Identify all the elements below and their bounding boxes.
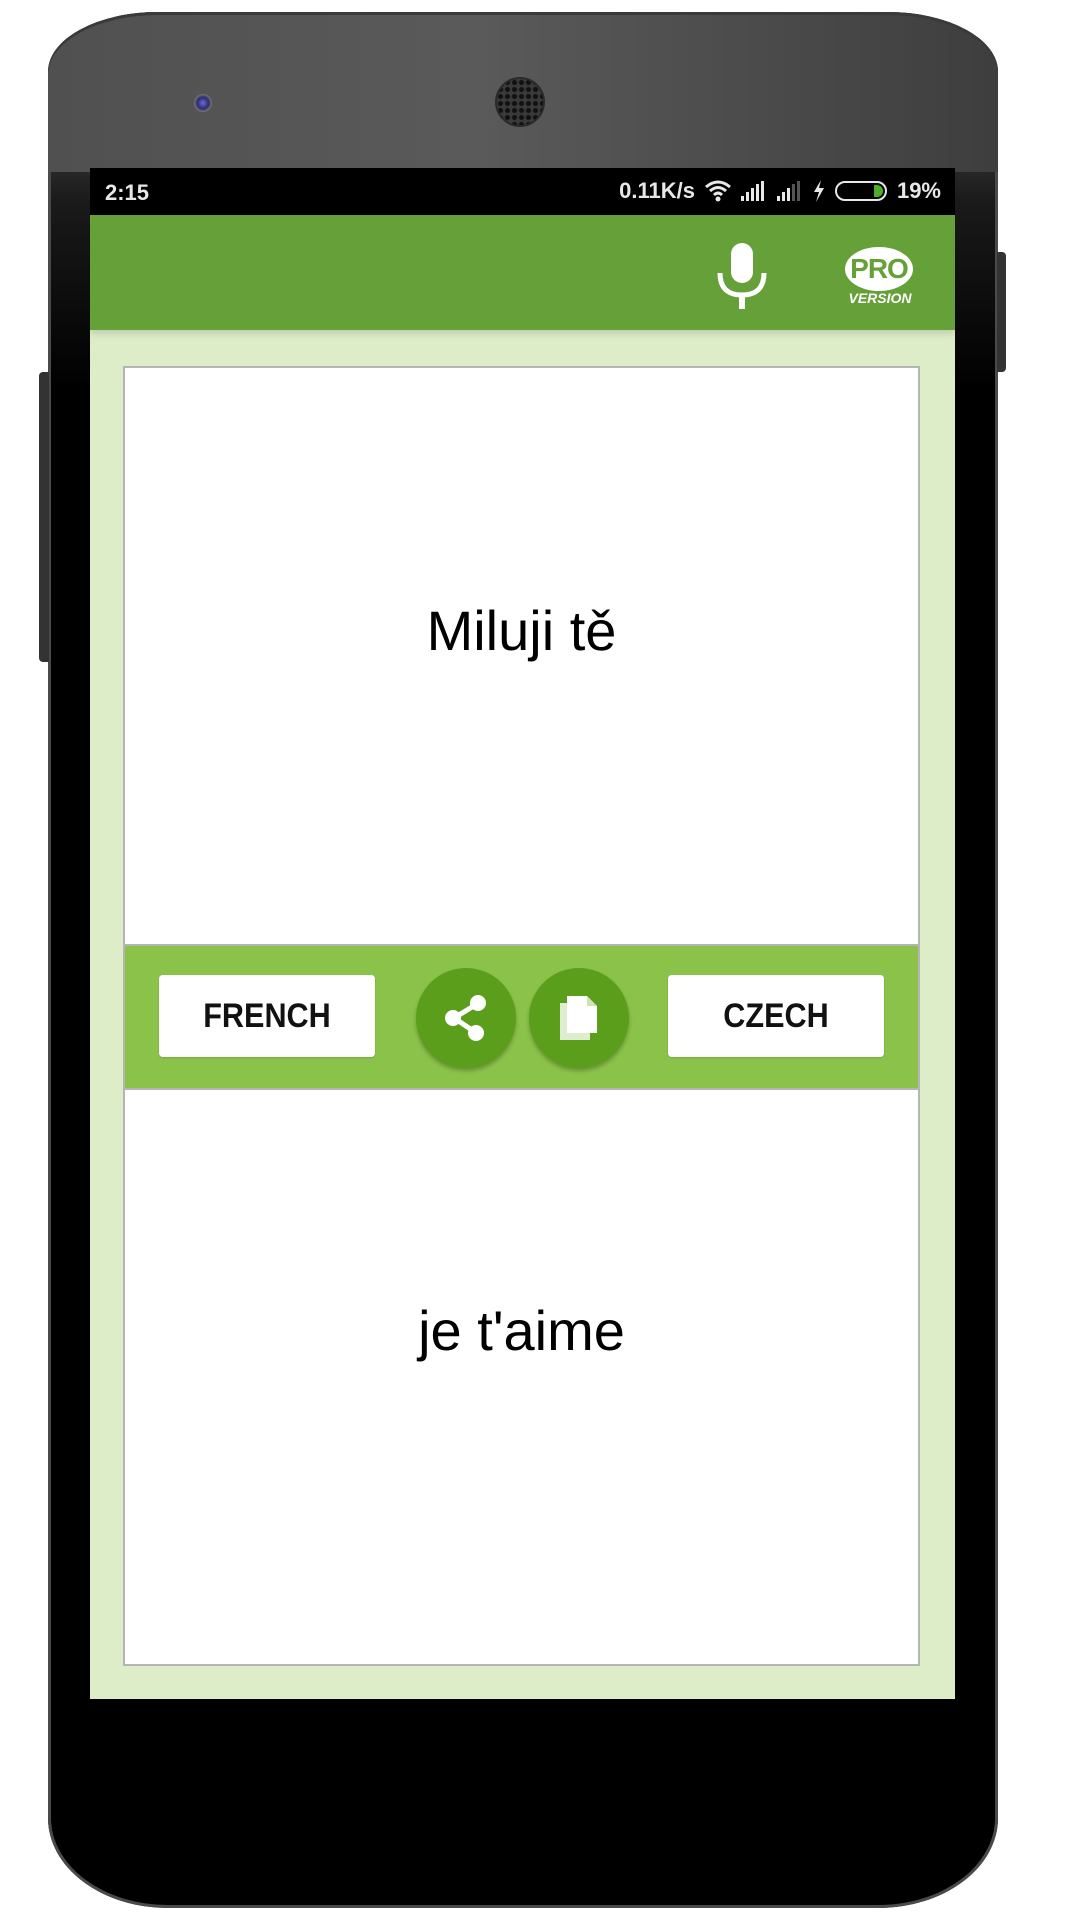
pro-version-label: VERSION — [848, 290, 912, 306]
network-speed: 0.11K/s — [619, 178, 695, 203]
status-time: 2:15 — [105, 180, 150, 205]
app-toolbar: PRO VERSION — [90, 215, 955, 330]
status-bar: 2:15 0.11K/s 19% — [90, 168, 955, 215]
charging-icon — [813, 180, 824, 202]
screen: 2:15 0.11K/s 19% PRO VERSION Miluji tě F… — [90, 168, 955, 1699]
share-icon — [445, 995, 486, 1041]
source-text: Miluji tě — [426, 599, 617, 662]
language-button-czech[interactable]: CZECH — [668, 975, 884, 1057]
signal-icon — [776, 181, 803, 201]
signal-icon — [740, 181, 767, 201]
microphone-icon — [717, 243, 767, 309]
front-camera — [194, 94, 212, 112]
battery-percent: 19% — [896, 178, 941, 203]
target-text: je t'aime — [418, 1299, 625, 1362]
language-button-french[interactable]: FRENCH — [159, 975, 375, 1057]
pro-badge: PRO — [845, 247, 913, 291]
battery-icon — [834, 181, 887, 201]
share-button[interactable] — [416, 968, 516, 1068]
copy-button[interactable] — [529, 968, 629, 1068]
wifi-icon — [704, 180, 731, 202]
status-right: 0.11K/s 19% — [619, 178, 941, 204]
earpiece-speaker — [497, 79, 543, 125]
volume-button — [39, 372, 49, 662]
pro-version-button[interactable]: PRO VERSION — [840, 247, 920, 307]
language-bar: FRENCH CZECH — [125, 944, 918, 1090]
voice-input-button[interactable] — [714, 243, 770, 309]
copy-icon — [560, 996, 597, 1040]
translation-card: Miluji tě FRENCH CZECH je t'aime — [123, 366, 920, 1666]
power-button — [997, 252, 1006, 372]
